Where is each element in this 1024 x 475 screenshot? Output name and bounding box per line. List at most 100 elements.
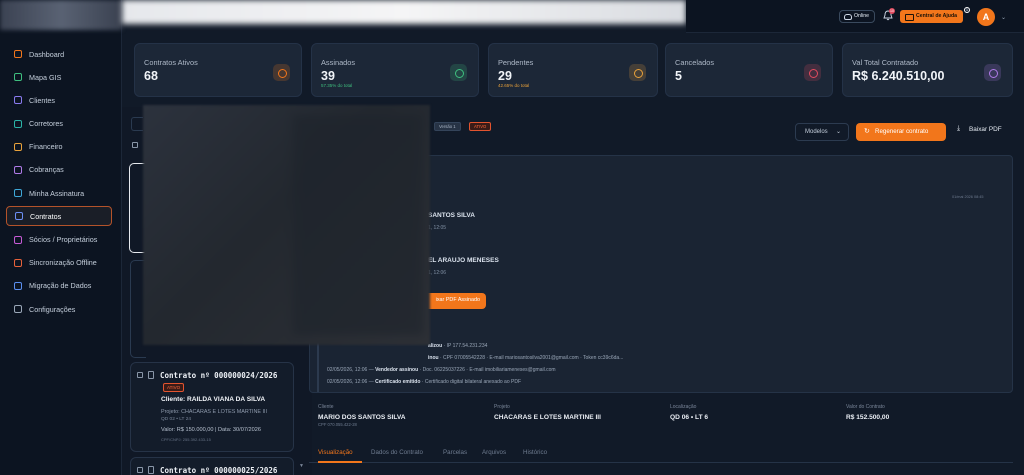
sidebar: Dashboard Mapa GIS Clientes Corretores Finan… (0, 0, 122, 475)
download-signed-pdf-label: ixar PDF Assinado (435, 297, 480, 303)
status-badge: ATIVO (469, 122, 492, 131)
signer-name: SANTOS SILVA (428, 212, 475, 219)
card-checkbox[interactable] (137, 467, 143, 473)
contract-value-date: Valor: R$ 150.000,00 | Data: 30/07/2026 (161, 427, 261, 433)
partners-icon (14, 235, 22, 244)
logo-redacted (0, 0, 122, 30)
help-badge: 1 (964, 7, 970, 13)
templates-dropdown[interactable]: Modelos ⌄ (795, 123, 849, 141)
tab-arquivos[interactable]: Arquivos (482, 449, 506, 456)
tab-parcelas[interactable]: Parcelas (443, 449, 467, 456)
stat-label: Assinados (321, 58, 356, 67)
document-icon (148, 466, 154, 474)
topbar-redacted (122, 0, 686, 24)
check-circle-icon (450, 64, 467, 81)
document-icon (148, 371, 154, 379)
sidebar-item-dashboard[interactable]: Dashboard (6, 44, 112, 64)
regenerate-contract-button[interactable]: Regenerar contrato (856, 123, 946, 141)
sidebar-item-label: Migração de Dados (29, 281, 92, 291)
sidebar-item-label: Dashboard (29, 49, 65, 59)
contract-lot: QD 02 • LT 24 (161, 417, 192, 422)
tabs-divider (309, 462, 1013, 463)
stat-card: Pendentes 29 42.65% do total (488, 43, 658, 97)
stat-label: Pendentes (498, 58, 534, 67)
chevron-down-icon[interactable]: ⌄ (1001, 14, 1006, 21)
sidebar-item-contratos[interactable]: Contratos (6, 206, 112, 227)
search-input[interactable] (131, 117, 143, 131)
active-tab-indicator (318, 461, 362, 463)
timeline-bar (317, 340, 319, 392)
online-status-button[interactable]: Online (839, 10, 875, 23)
log-prefix: 02/05/2026, 12:06 — (327, 379, 376, 385)
sidebar-item-corretores[interactable]: Corretores (6, 114, 112, 134)
avatar[interactable]: A (977, 8, 995, 26)
info-value: CHACARAS E LOTES MARTINE III (494, 414, 601, 421)
stat-subtext: 57.35% do total (321, 83, 353, 88)
sidebar-item-mapa-gis[interactable]: Mapa GIS (6, 67, 112, 87)
log-entry: 02/05/2026, 12:06 — Vendedor assinou · D… (327, 367, 556, 373)
contract-card[interactable]: Contrato nº 000000024/2026 ATIVO Cliente… (130, 362, 294, 452)
help-center-button[interactable]: Central de Ajuda (900, 10, 964, 23)
stat-value: R$ 6.240.510,00 (852, 69, 945, 83)
contract-number: Contrato nº 000000024/2026 (160, 371, 278, 380)
info-label: Projeto (494, 404, 510, 410)
log-action: Vendedor assinou (375, 367, 419, 373)
stat-card: Contratos Ativos 68 (134, 43, 302, 97)
log-entry: 02/05/2026, 12:06 — Certificado emitido … (327, 379, 521, 385)
sync-icon (14, 258, 22, 267)
stat-label: Contratos Ativos (144, 58, 198, 67)
map-icon (14, 73, 22, 82)
tab-dados-do-contrato[interactable]: Dados do Contrato (371, 449, 423, 456)
log-action: alizou (428, 343, 443, 349)
document-icon (273, 64, 290, 81)
migration-icon (14, 281, 22, 290)
contract-client: Cliente: RAILDA VIANA DA SILVA (161, 396, 266, 403)
log-entry: alizou · IP 177.54.231.234 (428, 343, 487, 349)
log-prefix: 02/05/2026, 12:06 — (327, 367, 376, 373)
sidebar-item-financeiro[interactable]: Financeiro (6, 137, 112, 157)
gear-icon (14, 305, 22, 314)
sidebar-item-s-cios-propriet-rios[interactable]: Sócios / Proprietários (6, 230, 112, 250)
stat-value: 5 (675, 69, 682, 83)
log-text: · Doc. 06225037226 · E-mail imobiliariam… (418, 367, 556, 373)
sidebar-item-clientes[interactable]: Clientes (6, 90, 112, 110)
signer-name: EL ARAUJO MENESES (428, 257, 499, 264)
topbar: Online 10 Central de Ajuda 1 A ⌄ (686, 0, 1024, 33)
stat-label: Cancelados (675, 58, 715, 67)
log-text: · IP 177.54.231.234 (442, 343, 488, 349)
sidebar-item-cobran-as[interactable]: Cobranças (6, 160, 112, 180)
download-pdf-button[interactable]: Baixar PDF (957, 125, 1002, 133)
stat-subtext: 42.65% do total (498, 83, 530, 88)
contract-cpf: CPF/CNPJ: 255.392.433-15 (161, 437, 211, 442)
stat-card: Assinados 39 57.35% do total (311, 43, 479, 97)
contract-card[interactable]: Contrato nº 000000025/2026 (130, 457, 294, 475)
info-label: Localização (670, 404, 697, 410)
info-value: MARIO DOS SANTOS SILVA (318, 414, 406, 421)
scroll-down-icon[interactable]: ▼ (299, 463, 304, 469)
card-checkbox[interactable] (137, 372, 143, 378)
info-label: Valor do Contrato (846, 404, 885, 410)
info-sub: CPF 070.055.422-28 (318, 422, 357, 427)
sidebar-item-configura-es[interactable]: Configurações (6, 299, 112, 319)
finance-icon (14, 142, 22, 151)
app-root: Dashboard Mapa GIS Clientes Corretores Finan… (0, 0, 1024, 475)
notification-count-badge: 10 (889, 8, 895, 14)
select-all-checkbox[interactable] (132, 142, 138, 148)
sidebar-nav: Dashboard Mapa GIS Clientes Corretores Finan… (6, 44, 112, 322)
sidebar-item-sincroniza-o-offline[interactable]: Sincronização Offline (6, 253, 112, 273)
contract-number: Contrato nº 000000025/2026 (160, 466, 278, 475)
sidebar-item-minha-assinatura[interactable]: Minha Assinatura (6, 183, 112, 203)
sidebar-item-migra-o-de-dados[interactable]: Migração de Dados (6, 276, 112, 296)
sidebar-item-label: Corretores (29, 119, 63, 129)
sidebar-item-label: Minha Assinatura (29, 188, 85, 198)
info-value: QD 06 • LT 6 (670, 414, 709, 421)
log-action: Certificado emitido (375, 379, 421, 385)
tab-visualizacao[interactable]: Visualização (318, 449, 353, 456)
sidebar-item-label: Financeiro (29, 142, 63, 152)
info-value: R$ 152.500,00 (846, 414, 890, 421)
stat-card: Val Total Contratado R$ 6.240.510,00 (842, 43, 1013, 97)
stat-value: 29 (498, 69, 512, 83)
redacted-region (143, 105, 430, 345)
tab-historico[interactable]: Histórico (523, 449, 547, 456)
clock-icon (629, 64, 646, 81)
